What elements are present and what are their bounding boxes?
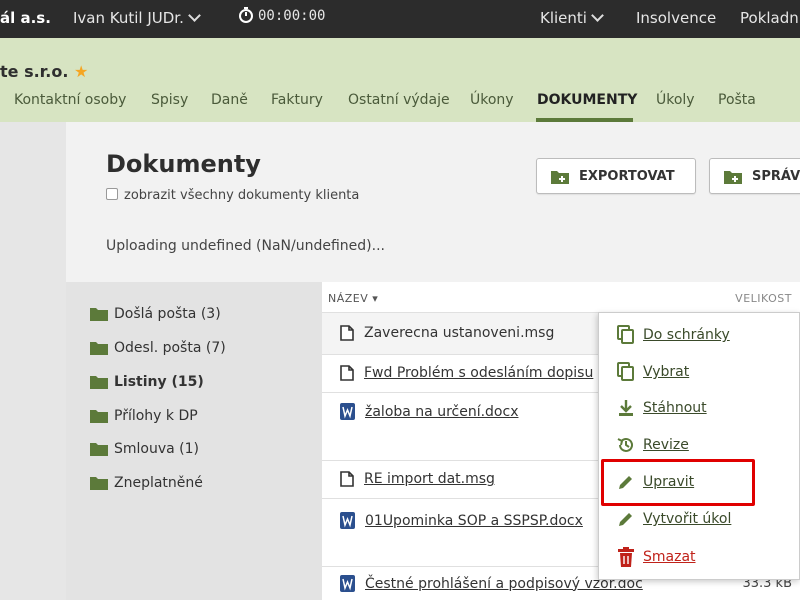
nav-insolvence[interactable]: Insolvence	[636, 9, 716, 27]
menu-item-label: Vybrat	[643, 364, 690, 380]
file-cell: 01Upominka SOP a SSPSP.docx	[340, 512, 583, 529]
file-name[interactable]: RE import dat.msg	[364, 471, 495, 487]
file-icon	[340, 325, 354, 341]
folder-icon	[90, 443, 108, 456]
tab-dane[interactable]: Daně	[211, 92, 248, 108]
menu-item-revize[interactable]: Revize	[617, 436, 689, 454]
folder-plus-icon	[551, 170, 569, 184]
content-header: Dokumenty zobrazit všechny dokumenty kli…	[66, 122, 800, 282]
tab-dokumenty[interactable]: DOKUMENTY	[537, 92, 637, 108]
user-name: Ivan Kutil JUDr.	[73, 9, 184, 27]
highlight-box	[601, 459, 755, 506]
list-divider	[314, 282, 322, 600]
folder-item[interactable]: Zneplatněné	[90, 475, 203, 491]
folder-icon	[90, 376, 108, 389]
file-cell: Zaverecna ustanoveni.msg	[340, 325, 554, 341]
file-cell: RE import dat.msg	[340, 471, 495, 487]
manage-button-label: SPRÁV	[752, 168, 800, 184]
file-cell: Fwd Problém s odesláním dopisu	[340, 365, 593, 381]
checkbox-box[interactable]	[106, 188, 118, 200]
folder-label: Odesl. pošta (7)	[114, 340, 226, 356]
folder-item[interactable]: Odesl. pošta (7)	[90, 340, 226, 356]
file-context-menu: Do schránky Vybrat Stáhnout Revize Uprav…	[598, 312, 800, 580]
download-icon	[619, 400, 633, 416]
menu-item-do-schranky[interactable]: Do schránky	[617, 325, 730, 345]
file-cell: žaloba na určení.docx	[340, 403, 518, 420]
history-icon	[617, 437, 633, 452]
folder-icon	[90, 342, 108, 355]
company-name[interactable]: ál a.s.	[0, 9, 51, 27]
user-menu[interactable]: Ivan Kutil JUDr.	[73, 9, 201, 27]
folder-item-active[interactable]: Listiny (15)	[90, 374, 204, 390]
left-gutter	[0, 122, 66, 600]
file-name[interactable]: Fwd Problém s odesláním dopisu	[364, 365, 593, 381]
sort-down-icon: ▾	[372, 292, 379, 305]
upload-status: Uploading undefined (NaN/undefined)...	[106, 238, 385, 254]
folder-item[interactable]: Smlouva (1)	[90, 441, 199, 457]
folder-item[interactable]: Došlá pošta (3)	[90, 306, 221, 322]
timer[interactable]: 00:00:00	[238, 7, 325, 24]
top-bar: ál a.s. Ivan Kutil JUDr. 00:00:00 Klient…	[0, 0, 800, 38]
folder-icon	[90, 308, 108, 321]
show-all-documents-checkbox[interactable]: zobrazit všechny dokumenty klienta	[106, 188, 359, 203]
nav-klienti[interactable]: Klienti	[540, 9, 604, 27]
menu-item-label: Vytvořit úkol	[643, 511, 732, 527]
folder-icon	[90, 410, 108, 423]
manage-button[interactable]: SPRÁV	[709, 158, 800, 194]
folder-sidebar: Došlá pošta (3) Odesl. pošta (7) Listiny…	[66, 282, 314, 600]
folder-plus-icon	[724, 170, 742, 184]
folder-item[interactable]: Přílohy k DP	[90, 408, 198, 424]
checkbox-label: zobrazit všechny dokumenty klienta	[124, 188, 360, 203]
tab-posta[interactable]: Pošta	[718, 92, 756, 108]
folder-label: Přílohy k DP	[114, 408, 198, 424]
tab-spisy[interactable]: Spisy	[151, 92, 188, 108]
word-icon	[340, 512, 355, 529]
column-header-name[interactable]: NÁZEV ▾	[328, 292, 378, 305]
folder-icon	[90, 477, 108, 490]
client-name: te s.r.o.	[0, 62, 69, 81]
file-name[interactable]: Zaverecna ustanoveni.msg	[364, 325, 554, 341]
file-icon	[340, 365, 354, 381]
file-icon	[340, 471, 354, 487]
timer-value: 00:00:00	[258, 8, 326, 24]
stopwatch-icon	[239, 7, 253, 23]
tab-ostatni-vydaje[interactable]: Ostatní výdaje	[348, 92, 450, 108]
client-header: te s.r.o. ★ Kontaktní osoby Spisy Daně F…	[0, 38, 800, 122]
column-name-label: NÁZEV	[328, 292, 369, 305]
word-icon	[340, 403, 355, 420]
file-name[interactable]: žaloba na určení.docx	[365, 404, 518, 420]
export-button[interactable]: EXPORTOVAT	[536, 158, 696, 194]
nav-klienti-label: Klienti	[540, 9, 587, 27]
pencil-icon	[619, 513, 632, 526]
menu-item-vybrat[interactable]: Vybrat	[617, 362, 689, 382]
tab-faktury[interactable]: Faktury	[271, 92, 323, 108]
tab-ukoly[interactable]: Úkoly	[656, 92, 695, 108]
export-button-label: EXPORTOVAT	[579, 168, 675, 184]
client-title: te s.r.o. ★	[0, 62, 88, 81]
tab-ukony[interactable]: Úkony	[470, 92, 514, 108]
folder-label: Listiny (15)	[114, 374, 204, 390]
menu-item-label: Smazat	[643, 549, 696, 565]
star-icon[interactable]: ★	[74, 62, 88, 81]
folder-label: Došlá pošta (3)	[114, 306, 221, 322]
word-icon	[340, 575, 355, 592]
copy-icon	[617, 362, 634, 381]
trash-icon	[618, 547, 634, 567]
tab-kontaktni-osoby[interactable]: Kontaktní osoby	[14, 92, 126, 108]
folder-label: Zneplatněné	[114, 475, 203, 491]
menu-item-label: Do schránky	[643, 327, 730, 343]
file-name[interactable]: 01Upominka SOP a SSPSP.docx	[365, 513, 583, 529]
folder-label: Smlouva (1)	[114, 441, 199, 457]
menu-item-vytvorit-ukol[interactable]: Vytvořit úkol	[617, 510, 731, 528]
chevron-down-icon	[187, 9, 201, 22]
page-title: Dokumenty	[106, 150, 261, 178]
chevron-down-icon	[591, 9, 604, 22]
column-header-size[interactable]: VELIKOST	[735, 292, 792, 305]
nav-pokladna[interactable]: Pokladn	[740, 9, 799, 27]
menu-item-smazat[interactable]: Smazat	[617, 547, 696, 567]
menu-item-label: Revize	[643, 437, 689, 453]
menu-item-stahnout[interactable]: Stáhnout	[617, 399, 707, 417]
menu-item-label: Stáhnout	[643, 400, 707, 416]
copy-icon	[617, 325, 634, 344]
